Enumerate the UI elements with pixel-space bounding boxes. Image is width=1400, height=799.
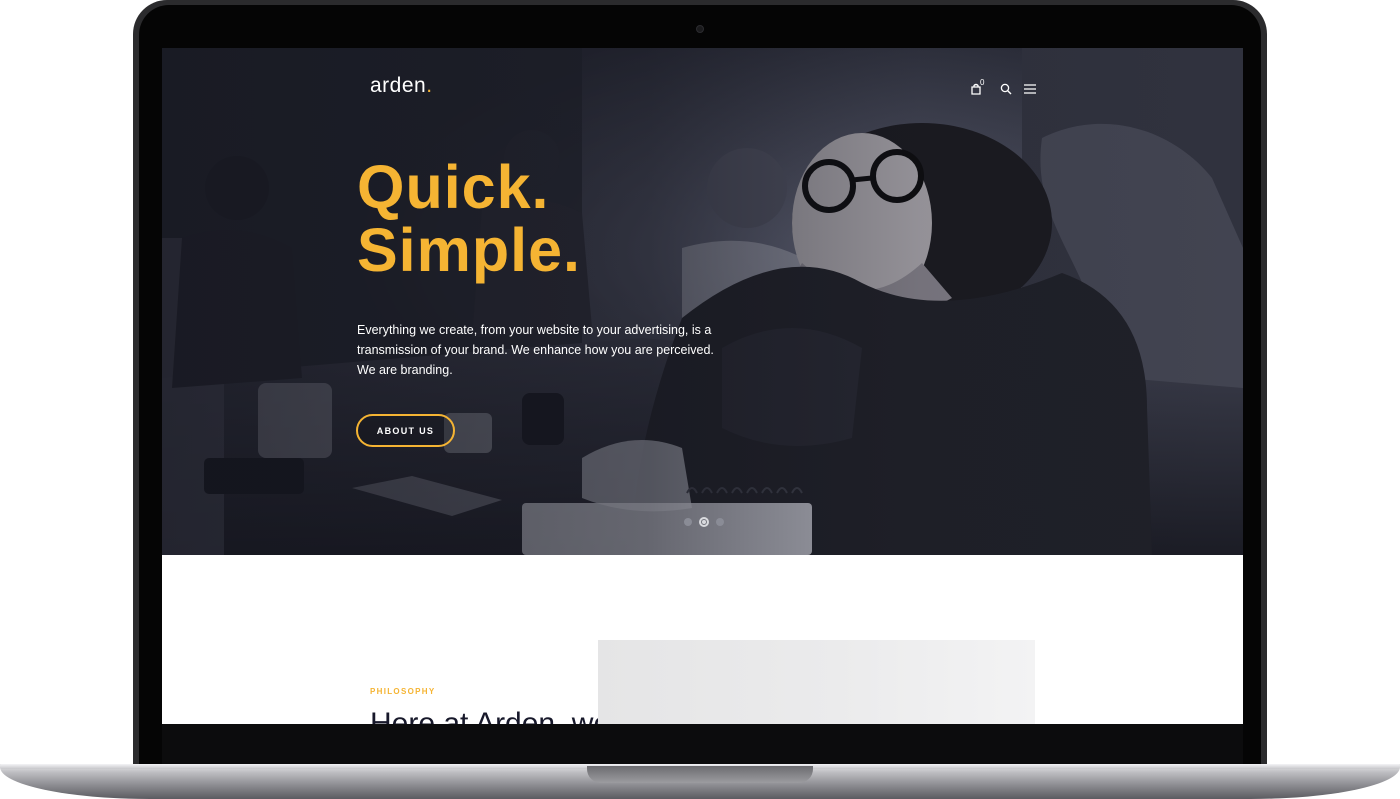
slider-pagination	[684, 517, 726, 527]
slider-dot-2[interactable]	[699, 517, 709, 527]
cart-icon[interactable]: 0	[970, 78, 984, 95]
slider-dot-3[interactable]	[716, 518, 724, 526]
hero-headline-line-2: Simple.	[357, 216, 581, 284]
laptop-mockup: arden. 0 Quick. Simple. Everything we cr…	[0, 0, 1400, 799]
website-screen: arden. 0 Quick. Simple. Everything we cr…	[162, 48, 1243, 724]
logo-dot: .	[426, 74, 433, 97]
search-icon[interactable]	[1000, 82, 1012, 95]
about-us-button[interactable]: ABOUT US	[356, 414, 455, 447]
menu-icon[interactable]	[1024, 82, 1036, 94]
philosophy-section: PHILOSOPHY Here at Arden, we	[162, 555, 1243, 724]
site-logo[interactable]: arden.	[370, 74, 433, 98]
philosophy-heading: Here at Arden, we	[370, 707, 611, 724]
hero-overlay	[162, 48, 1243, 555]
header-icons: 0	[970, 78, 1036, 98]
slider-dot-1[interactable]	[684, 518, 692, 526]
hero-lead-text: Everything we create, from your website …	[357, 323, 714, 377]
webcam	[696, 25, 704, 33]
philosophy-eyebrow: PHILOSOPHY	[370, 687, 436, 696]
cart-count: 0	[980, 78, 985, 87]
hero-section: arden. 0 Quick. Simple. Everything we cr…	[162, 48, 1243, 555]
philosophy-image	[598, 640, 1035, 724]
hero-headline-line-1: Quick.	[357, 153, 550, 221]
screen-chin	[162, 724, 1243, 768]
hero-headline: Quick. Simple.	[357, 156, 581, 282]
logo-text: arden	[370, 74, 427, 97]
laptop-notch	[587, 766, 813, 783]
